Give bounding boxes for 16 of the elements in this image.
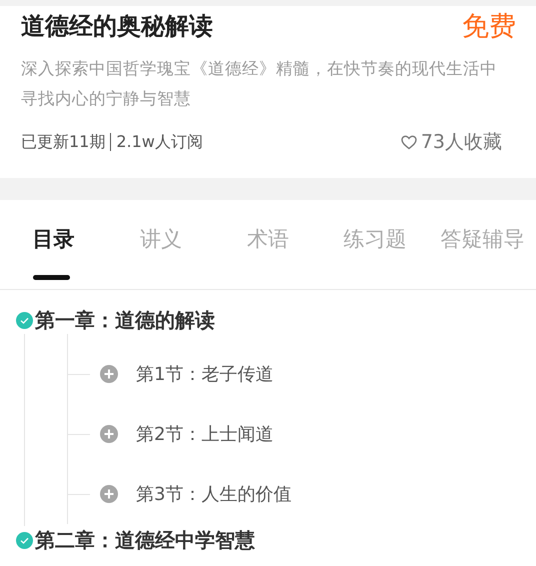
favorite-count: 73人收藏 (420, 130, 502, 155)
chapter-title[interactable]: 第一章：道德的解读 (35, 305, 215, 335)
subscriber-count: 2.1w人订阅 (116, 131, 203, 154)
course-description: 深入探索中国哲学瑰宝《道德经》精髓，在快节奏的现代生活中寻找内心的宁静与智慧 (21, 58, 498, 110)
section-title[interactable]: 第1节：老子传道 (136, 360, 274, 388)
price-label: 免费 (462, 10, 516, 44)
plus-circle-icon[interactable] (100, 485, 118, 503)
plus-circle-icon[interactable] (100, 365, 118, 383)
section-title[interactable]: 第3节：人生的价值 (136, 480, 292, 508)
plus-circle-icon[interactable] (100, 425, 118, 443)
heart-icon[interactable] (400, 134, 417, 150)
chapter-title[interactable]: 第二章：道德经中学智慧 (35, 525, 255, 555)
update-count: 已更新11期 (21, 131, 106, 154)
section-title[interactable]: 第2节：上士闻道 (136, 420, 274, 448)
course-title: 道德经的奥秘解读 (21, 11, 213, 42)
tab[interactable]: 目录 (0, 200, 108, 280)
